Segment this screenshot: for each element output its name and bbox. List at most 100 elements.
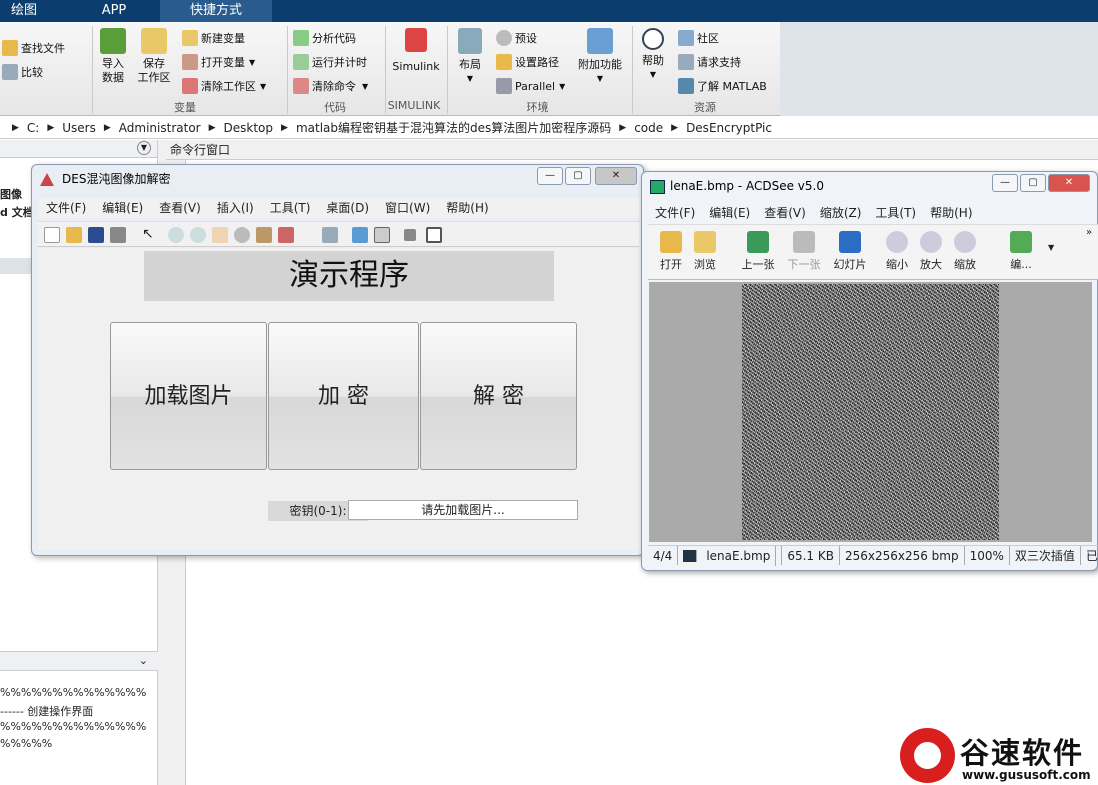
simulink-button[interactable]: Simulink (390, 28, 442, 74)
menu-view[interactable]: 查看(V) (757, 203, 813, 223)
breadcrumb-item[interactable]: matlab编程密钥基于混沌算法的des算法图片加密程序源码 (296, 119, 611, 136)
maximize-button[interactable]: ▢ (565, 167, 591, 185)
previous-button[interactable]: 上一张 (736, 231, 780, 272)
list-item[interactable]: 图像 (0, 186, 22, 202)
set-path-button[interactable]: 设置路径 (496, 54, 559, 70)
pan-icon[interactable] (212, 227, 228, 243)
compare-button[interactable]: 比较 (2, 64, 43, 80)
print-icon[interactable] (110, 227, 126, 243)
breadcrumb[interactable]: ▶ C: ▶ Users ▶ Administrator ▶ Desktop ▶ mat… (0, 117, 1098, 139)
open-variable-button[interactable]: 打开变量 ▼ (182, 54, 255, 70)
pointer-icon[interactable]: ↖ (142, 226, 158, 242)
request-support-button[interactable]: 请求支持 (678, 54, 741, 70)
browse-button[interactable]: 浏览 (688, 231, 722, 272)
minimize-button[interactable]: — (537, 167, 563, 185)
zoom-in-button[interactable]: 放大 (914, 231, 948, 272)
key-field[interactable]: 请先加载图片... (348, 500, 578, 520)
new-variable-button[interactable]: 新建变量 (182, 30, 245, 46)
logo-name: 谷速软件 (960, 736, 1085, 770)
breadcrumb-item[interactable]: C: (27, 121, 39, 135)
simulink-icon (405, 28, 427, 52)
next-button[interactable]: 下一张 (782, 231, 826, 272)
decrypt-button[interactable]: 解 密 (420, 322, 577, 470)
menu-edit[interactable]: 编辑(E) (94, 198, 151, 218)
breadcrumb-item[interactable]: Users (62, 121, 96, 135)
menu-help[interactable]: 帮助(H) (923, 203, 979, 223)
menu-tools[interactable]: 工具(T) (262, 198, 319, 218)
open-button[interactable]: 打开 (654, 231, 688, 272)
load-image-button[interactable]: 加载图片 (110, 322, 267, 470)
import-data-button[interactable]: 导入 数据 (98, 28, 128, 85)
encrypt-button[interactable]: 加 密 (268, 322, 419, 470)
menu-file[interactable]: 文件(F) (38, 198, 94, 218)
chevron-right-icon: ▶ (208, 122, 216, 133)
new-figure-icon[interactable] (44, 227, 60, 243)
menu-help[interactable]: 帮助(H) (438, 198, 496, 218)
chevron-down-icon[interactable]: ▼ (1048, 243, 1054, 252)
rotate-icon[interactable] (234, 227, 250, 243)
chevron-down-icon[interactable]: ⌄ (139, 654, 148, 667)
overflow-icon[interactable]: » (1086, 227, 1092, 238)
run-and-time-button[interactable]: 运行并计时 (293, 54, 367, 70)
community-button[interactable]: 社区 (678, 30, 719, 46)
menu-edit[interactable]: 编辑(E) (702, 203, 757, 223)
menu-zoom[interactable]: 缩放(Z) (813, 203, 869, 223)
breadcrumb-item[interactable]: DesEncryptPic (686, 121, 772, 135)
menu-file[interactable]: 文件(F) (648, 203, 702, 223)
group-label-code: 代码 (324, 101, 346, 114)
clear-workspace-button[interactable]: 清除工作区 ▼ (182, 78, 266, 94)
legend-icon[interactable] (374, 227, 390, 243)
clear-workspace-icon (182, 78, 198, 94)
brush-icon[interactable] (278, 227, 294, 243)
minimize-button[interactable]: — (992, 174, 1018, 192)
zoom-out-button[interactable]: 缩小 (880, 231, 914, 272)
show-tools-icon[interactable] (426, 227, 442, 243)
tab-apps[interactable]: APP (72, 0, 156, 22)
edit-button[interactable]: 编... (1004, 231, 1038, 272)
breadcrumb-item[interactable]: Administrator (119, 121, 201, 135)
maximize-button[interactable]: ▢ (1020, 174, 1046, 192)
clear-commands-button[interactable]: 清除命令 ▼ (293, 78, 368, 94)
hide-tools-icon[interactable] (404, 229, 416, 241)
save-workspace-button[interactable]: 保存 工作区 (136, 28, 172, 85)
menu-desktop[interactable]: 桌面(D) (318, 198, 377, 218)
parallel-icon (496, 78, 512, 94)
zoom-out-icon[interactable] (190, 227, 206, 243)
parallel-button[interactable]: Parallel ▼ (496, 78, 565, 94)
colorbar-icon[interactable] (352, 227, 368, 243)
addons-button[interactable]: 附加功能 ▼ (576, 28, 624, 86)
breadcrumb-item[interactable]: code (634, 121, 663, 135)
menu-insert[interactable]: 插入(I) (209, 198, 262, 218)
open-icon[interactable] (66, 227, 82, 243)
tab-plots[interactable]: 绘图 (0, 0, 48, 22)
help-button[interactable]: 帮助 ▼ (638, 28, 668, 82)
menu-view[interactable]: 查看(V) (151, 198, 209, 218)
menu-tools[interactable]: 工具(T) (868, 203, 923, 223)
open-icon (660, 231, 682, 253)
data-cursor-icon[interactable] (256, 227, 272, 243)
slideshow-button[interactable]: 幻灯片 (828, 231, 872, 272)
status-filename: lenaE.bmp (678, 545, 783, 566)
link-icon[interactable] (322, 227, 338, 243)
chevron-right-icon: ▶ (619, 122, 627, 133)
menu-window[interactable]: 窗口(W) (377, 198, 438, 218)
group-label-resources: 资源 (694, 101, 716, 114)
chevron-right-icon: ▶ (671, 122, 679, 133)
preferences-button[interactable]: 预设 (496, 30, 537, 46)
zoom-in-icon[interactable] (168, 227, 184, 243)
chevron-down-icon: ▼ (649, 70, 657, 79)
close-button[interactable]: ✕ (595, 167, 637, 185)
save-icon[interactable] (88, 227, 104, 243)
learn-matlab-button[interactable]: 了解 MATLAB (678, 78, 767, 94)
analyze-code-button[interactable]: 分析代码 (293, 30, 356, 46)
pane-menu-button[interactable]: ▼ (137, 141, 151, 155)
clear-commands-icon (293, 78, 309, 94)
tab-shortcuts[interactable]: 快捷方式 (160, 0, 272, 22)
list-item[interactable]: d 文档 (0, 204, 34, 220)
image-view[interactable] (649, 282, 1092, 542)
zoom-button[interactable]: 缩放 (948, 231, 982, 272)
close-button[interactable]: ✕ (1048, 174, 1090, 192)
breadcrumb-item[interactable]: Desktop (224, 121, 274, 135)
layout-button[interactable]: 布局 ▼ (455, 28, 485, 86)
find-files-button[interactable]: 查找文件 (2, 40, 65, 56)
